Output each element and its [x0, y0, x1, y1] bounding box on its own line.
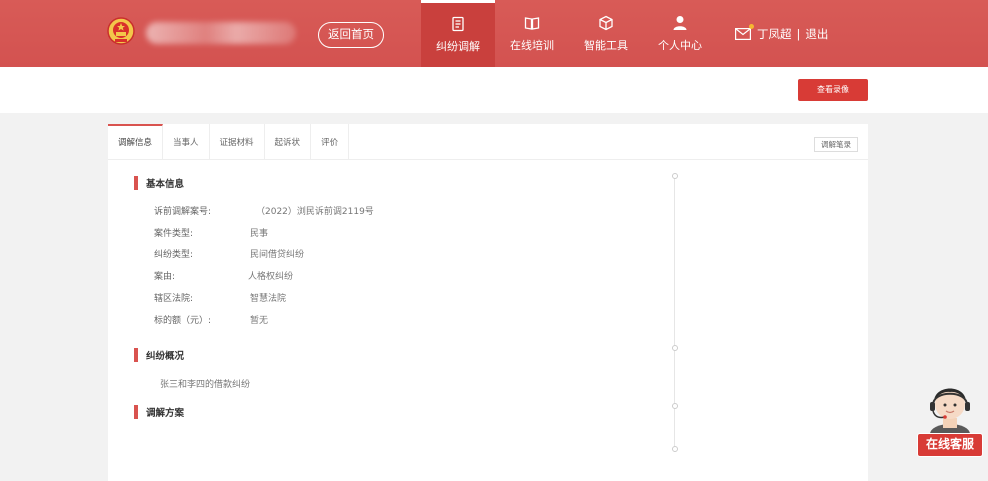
- field-value-dispute-type: 民间借贷纠纷: [250, 250, 305, 260]
- field-value-court: 智慧法院: [250, 294, 287, 304]
- tab-mediation-info[interactable]: 调解信息: [108, 124, 164, 160]
- user-name[interactable]: 丁凤超: [757, 26, 792, 42]
- field-label-case-type: 案件类型:: [154, 229, 194, 239]
- user-icon: [673, 15, 687, 30]
- nav-label: 纠纷调解: [436, 40, 480, 53]
- customer-service-label: 在线客服: [917, 433, 983, 457]
- section-title: 纠纷概况: [146, 351, 185, 362]
- detail-tabs: 调解信息 当事人 证据材料 起诉状 评价: [108, 124, 868, 160]
- section-marker: [134, 405, 138, 419]
- view-video-button[interactable]: 查看录像: [798, 79, 868, 101]
- section-basic-info: 基本信息: [134, 176, 184, 190]
- section-title: 调解方案: [146, 408, 185, 419]
- timeline-dot: [671, 446, 678, 452]
- field-value-case-no: （2022）浏民诉前调2119号: [256, 207, 374, 217]
- logout-link[interactable]: 退出: [805, 26, 828, 42]
- timeline-line: [671, 173, 678, 452]
- timeline-dot: [671, 403, 678, 409]
- field-label-dispute-type: 纠纷类型:: [154, 250, 194, 260]
- tab-evaluation[interactable]: 评价: [311, 124, 350, 160]
- nav-label: 个人中心: [658, 38, 702, 52]
- section-dispute-overview: 纠纷概况: [134, 348, 184, 362]
- case-detail-card: 调解信息 当事人 证据材料 起诉状 评价 调解笔录 基本信息 诉前调解案号: （…: [108, 124, 868, 481]
- tab-parties[interactable]: 当事人: [163, 124, 210, 160]
- tab-complaint[interactable]: 起诉状: [265, 124, 312, 160]
- section-title: 基本信息: [146, 179, 185, 190]
- nav-personal-center[interactable]: 个人中心: [643, 0, 717, 67]
- section-mediation-plan: 调解方案: [134, 405, 184, 419]
- nav-label: 在线培训: [510, 38, 554, 52]
- dispute-overview-text: 张三和李四的借款纠纷: [160, 380, 251, 390]
- book-icon: [524, 16, 540, 30]
- cube-icon: [599, 15, 613, 30]
- timeline-dot: [671, 345, 678, 351]
- document-icon: [452, 16, 464, 32]
- site-name-blurred: [146, 22, 296, 44]
- customer-service-avatar-icon: [930, 388, 970, 438]
- section-marker: [134, 176, 138, 190]
- field-value-cause: 人格权纠纷: [248, 272, 294, 282]
- user-area: 丁凤超 | 退出: [735, 24, 828, 42]
- notification-dot: [749, 24, 754, 29]
- online-customer-service[interactable]: 在线客服: [915, 378, 985, 458]
- field-value-case-type: 民事: [250, 229, 269, 239]
- mediation-record-button[interactable]: 调解笔录: [814, 137, 858, 152]
- nav-dispute-mediation[interactable]: 纠纷调解: [421, 0, 495, 67]
- nav-smart-tools[interactable]: 智能工具: [569, 0, 643, 67]
- tab-evidence[interactable]: 证据材料: [210, 124, 265, 160]
- return-home-button[interactable]: 返回首页: [318, 22, 384, 48]
- separator: |: [796, 27, 801, 41]
- timeline-dot: [671, 173, 678, 179]
- top-header: 返回首页 纠纷调解 在线培训 智能工具 个人中心 丁凤超 | 退出: [0, 0, 988, 67]
- mail-icon[interactable]: [735, 24, 754, 41]
- field-label-case-no: 诉前调解案号:: [154, 207, 212, 217]
- field-label-amount: 标的额（元）:: [154, 316, 212, 326]
- section-marker: [134, 348, 138, 362]
- field-label-cause: 案由:: [154, 272, 176, 282]
- nav-online-training[interactable]: 在线培训: [495, 0, 569, 67]
- court-emblem-icon: [107, 17, 135, 45]
- main-nav: 纠纷调解 在线培训 智能工具 个人中心: [421, 0, 717, 67]
- field-label-court: 辖区法院:: [154, 294, 194, 304]
- nav-label: 智能工具: [584, 38, 628, 52]
- field-value-amount: 暂无: [250, 316, 269, 326]
